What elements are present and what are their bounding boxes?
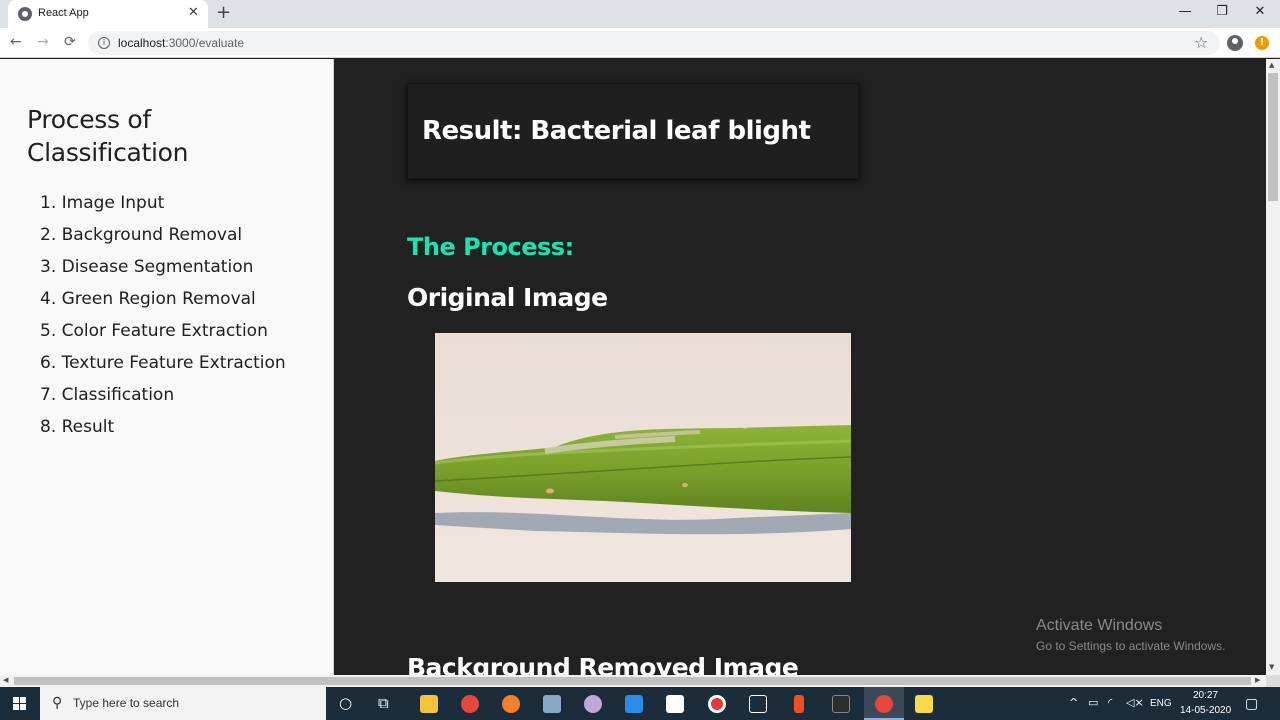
step-item: 6. Texture Feature Extraction bbox=[40, 353, 286, 373]
url-text: localhost:3000/evaluate bbox=[118, 36, 244, 50]
task-view-icon[interactable]: ⧉ bbox=[378, 694, 389, 712]
step-item: 5. Color Feature Extraction bbox=[40, 321, 268, 341]
figma-icon[interactable] bbox=[794, 695, 804, 713]
forward-arrow-icon[interactable]: → bbox=[37, 34, 49, 50]
browser-tab[interactable]: React App ✕ bbox=[8, 0, 208, 28]
horizontal-scroll-thumb[interactable] bbox=[14, 677, 1251, 685]
sticky-notes-icon[interactable] bbox=[915, 695, 933, 713]
info-icon[interactable]: i bbox=[98, 37, 110, 49]
sidebar-title: Process of Classification bbox=[27, 105, 189, 167]
profile-avatar-icon[interactable] bbox=[1227, 35, 1243, 51]
vim-icon[interactable] bbox=[749, 695, 767, 713]
background-removed-heading: Background Removed Image bbox=[407, 653, 799, 675]
paint-icon[interactable] bbox=[584, 695, 602, 713]
vertical-scrollbar[interactable]: ▲ ▼ bbox=[1266, 59, 1280, 675]
step-item: 4. Green Region Removal bbox=[40, 289, 256, 309]
url-path: :3000/evaluate bbox=[165, 36, 245, 50]
result-label: Result: Bacterial leaf blight bbox=[422, 116, 811, 146]
address-bar[interactable]: i localhost:3000/evaluate bbox=[88, 31, 1220, 55]
result-card: Result: Bacterial leaf blight bbox=[407, 83, 859, 179]
scroll-corner bbox=[1266, 675, 1280, 687]
wifi-icon[interactable]: ◜ bbox=[1108, 696, 1112, 709]
bookmark-star-icon[interactable]: ☆ bbox=[1194, 33, 1208, 52]
close-tab-icon[interactable]: ✕ bbox=[188, 5, 199, 20]
horizontal-scrollbar[interactable]: ◀ ▶ bbox=[0, 675, 1266, 687]
battery-icon[interactable]: ▭ bbox=[1088, 696, 1098, 709]
process-heading: The Process: bbox=[407, 233, 574, 261]
minimize-button[interactable]: — bbox=[1167, 4, 1203, 19]
activate-windows-title: Activate Windows bbox=[1036, 617, 1163, 634]
step-item: 2. Background Removal bbox=[40, 225, 243, 245]
chrome-active-icon bbox=[875, 695, 893, 713]
volume-icon[interactable]: ◁× bbox=[1126, 696, 1144, 709]
process-sidebar: Process of Classification 1. Image Input… bbox=[0, 59, 334, 675]
activate-windows-subtitle: Go to Settings to activate Windows. bbox=[1036, 639, 1226, 653]
language-indicator[interactable]: ENG bbox=[1150, 698, 1172, 709]
new-tab-button[interactable]: + bbox=[216, 2, 231, 23]
update-alert-icon[interactable]: ! bbox=[1255, 36, 1269, 50]
step-item: 7. Classification bbox=[40, 385, 175, 405]
globe-icon bbox=[18, 7, 32, 21]
clock-date[interactable]: 14-05-2020 bbox=[1180, 705, 1231, 716]
url-host: localhost bbox=[118, 36, 166, 50]
app-icon[interactable] bbox=[543, 695, 561, 713]
record-icon[interactable] bbox=[708, 695, 726, 713]
clock-time[interactable]: 20:27 bbox=[1193, 690, 1218, 701]
vertical-scroll-thumb[interactable] bbox=[1268, 73, 1278, 201]
reload-icon[interactable]: ⟳ bbox=[64, 34, 76, 50]
scroll-up-arrow-icon[interactable]: ▲ bbox=[1269, 61, 1274, 69]
process-step-list: 1. Image Input 2. Background Removal 3. … bbox=[40, 191, 286, 447]
active-taskbar-item[interactable] bbox=[864, 687, 904, 720]
notification-icon[interactable]: ▢ bbox=[1245, 696, 1258, 712]
search-placeholder: Type here to search bbox=[73, 696, 180, 710]
chrome-icon[interactable] bbox=[461, 695, 479, 713]
cortana-icon[interactable]: ○ bbox=[339, 694, 352, 712]
original-leaf-image bbox=[435, 333, 851, 582]
step-item: 8. Result bbox=[40, 417, 115, 437]
browser-tab-strip: React App ✕ + — ❐ ✕ bbox=[0, 0, 1280, 28]
taskbar-search-box[interactable]: ⚲ Type here to search bbox=[40, 687, 326, 720]
step-item: 3. Disease Segmentation bbox=[40, 257, 254, 277]
scroll-down-arrow-icon[interactable]: ▼ bbox=[1269, 663, 1274, 671]
scroll-left-arrow-icon[interactable]: ◀ bbox=[3, 676, 8, 684]
scroll-right-arrow-icon[interactable]: ▶ bbox=[1255, 676, 1260, 684]
browser-toolbar: ← → ⟳ i localhost:3000/evaluate bbox=[0, 28, 1280, 58]
windows-taskbar: ⚲ Type here to search ○ ⧉ ^ ▭ ◜ ◁× ENG 2… bbox=[0, 687, 1280, 720]
step-item: 1. Image Input bbox=[40, 193, 165, 213]
windows-logo-icon bbox=[13, 697, 27, 711]
back-arrow-icon[interactable]: ← bbox=[10, 34, 22, 50]
tray-overflow-icon[interactable]: ^ bbox=[1069, 696, 1078, 709]
maximize-button[interactable]: ❐ bbox=[1204, 4, 1240, 19]
main-content: Result: Bacterial leaf blight The Proces… bbox=[335, 59, 1266, 675]
vscode-icon[interactable] bbox=[625, 695, 643, 713]
original-image-heading: Original Image bbox=[407, 283, 608, 312]
file-explorer-icon[interactable] bbox=[420, 695, 438, 713]
dropbox-icon[interactable] bbox=[666, 695, 684, 713]
terminal-icon[interactable] bbox=[832, 695, 850, 713]
close-window-button[interactable]: ✕ bbox=[1242, 4, 1278, 19]
firefox-icon[interactable] bbox=[502, 695, 520, 713]
search-icon: ⚲ bbox=[52, 695, 63, 711]
tab-title: React App bbox=[38, 7, 89, 19]
start-button[interactable] bbox=[0, 687, 40, 720]
